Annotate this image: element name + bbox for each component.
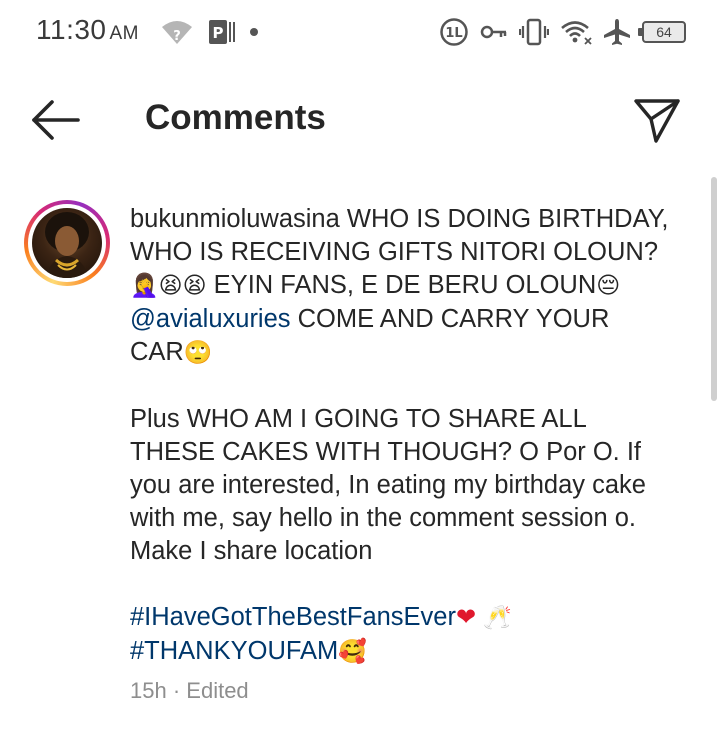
meta-separator: · bbox=[166, 678, 187, 703]
paper-plane-icon bbox=[634, 99, 680, 143]
emoji: 😔 bbox=[596, 273, 621, 299]
emoji: 🤦‍♀️😫😫 bbox=[130, 273, 207, 299]
mention-link[interactable]: @avialuxuries bbox=[130, 305, 291, 333]
back-button[interactable] bbox=[28, 98, 84, 142]
hashtag-link[interactable]: #IHaveGotTheBestFansEver bbox=[130, 603, 456, 631]
one-l-icon: 1L bbox=[440, 18, 468, 46]
avatar bbox=[32, 208, 102, 278]
comment-username[interactable]: bukunmioluwasina bbox=[130, 205, 340, 233]
emoji: 🥰 bbox=[338, 639, 367, 665]
comment-paragraph: bukunmioluwasina WHO IS DOING BIRTHDAY, … bbox=[130, 203, 670, 370]
vibrate-icon bbox=[519, 18, 549, 46]
status-time-value: 11:30 bbox=[36, 14, 107, 45]
parking-app-icon: P bbox=[209, 20, 235, 44]
emoji: 🙄 bbox=[183, 340, 213, 366]
share-button[interactable] bbox=[632, 96, 682, 144]
comment-meta: 15h · Edited bbox=[130, 678, 249, 704]
svg-text:1L: 1L bbox=[445, 26, 462, 41]
key-icon bbox=[480, 25, 507, 39]
comment-paragraph: Plus WHO AM I GOING TO SHARE ALL THESE C… bbox=[130, 405, 646, 565]
story-ring-avatar[interactable] bbox=[24, 200, 110, 286]
edited-label: Edited bbox=[186, 678, 249, 703]
status-bar: 11:30 AM ? P 1L 64 bbox=[0, 0, 720, 64]
notification-dot-icon bbox=[250, 28, 258, 36]
comment-text-part: EYIN FANS, E DE BERU OLOUN bbox=[206, 271, 597, 299]
comment-time: 15h bbox=[130, 678, 167, 703]
status-time-ampm: AM bbox=[109, 23, 139, 44]
status-time: 11:30 AM bbox=[36, 14, 139, 46]
heart-emoji: ❤ bbox=[455, 603, 477, 631]
airplane-icon bbox=[604, 19, 630, 45]
hashtag-link[interactable]: #THANKYOUFAM bbox=[130, 637, 338, 665]
wifi-question-icon: ? bbox=[162, 21, 192, 44]
emoji: 🥂 bbox=[483, 605, 512, 631]
arrow-left-icon bbox=[32, 100, 80, 140]
comments-header: Comments bbox=[0, 84, 720, 156]
scrollbar[interactable] bbox=[711, 177, 717, 401]
comment-text: bukunmioluwasina WHO IS DOING BIRTHDAY, … bbox=[130, 203, 670, 669]
page-title: Comments bbox=[145, 98, 326, 137]
battery-icon: 64 bbox=[638, 21, 686, 43]
svg-text:?: ? bbox=[173, 29, 181, 44]
comment-paragraph: #IHaveGotTheBestFansEver❤ 🥂 #THANKYOUFAM🥰 bbox=[130, 601, 670, 669]
wifi-icon bbox=[561, 21, 592, 45]
battery-level: 64 bbox=[656, 24, 672, 40]
svg-text:P: P bbox=[213, 24, 224, 42]
